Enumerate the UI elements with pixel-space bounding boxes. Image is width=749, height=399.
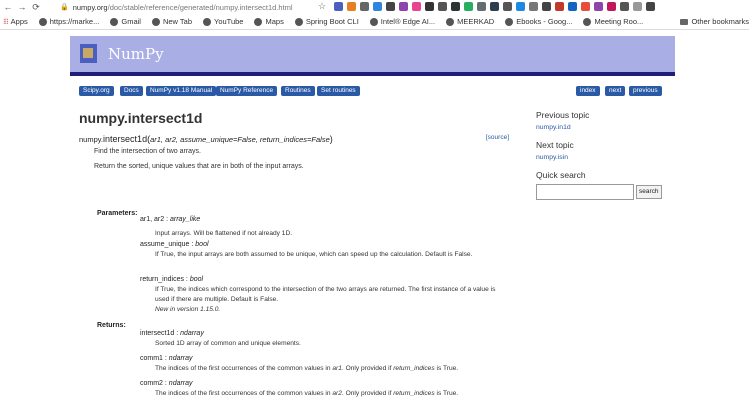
bookmark-item[interactable]: Intel® Edge AI... <box>369 17 435 26</box>
bookmark-item[interactable]: MEERKAD <box>446 17 494 26</box>
globe-icon <box>369 17 378 26</box>
search-form: search <box>536 184 676 200</box>
site-brand[interactable]: NumPy <box>108 45 164 63</box>
extension-icon[interactable] <box>438 2 447 11</box>
extension-icon[interactable] <box>451 2 460 11</box>
numpy-logo-icon[interactable] <box>80 44 97 63</box>
other-bookmarks[interactable]: Other bookmarks <box>680 14 749 29</box>
bookmark-item[interactable]: Ebooks - Goog... <box>505 17 572 26</box>
extension-icon[interactable] <box>347 2 356 11</box>
prev-topic-link[interactable]: numpy.in1d <box>536 124 676 131</box>
bookmark-item[interactable]: Spring Boot CLI <box>294 17 359 26</box>
returns-label: Returns: <box>97 322 126 329</box>
nav-next[interactable]: next <box>605 86 626 96</box>
summary-detail: Return the sorted, unique values that ar… <box>94 163 304 170</box>
bookmark-apps[interactable]: Apps <box>11 17 28 26</box>
bookmark-item[interactable]: New Tab <box>151 17 192 26</box>
back-icon[interactable]: ← <box>2 2 14 12</box>
param-item: return_indices : bool If True, the indic… <box>140 276 496 313</box>
bookmark-item[interactable]: https://marke... <box>38 17 99 26</box>
page-content: NumPy Scipy.org Docs NumPy v1.18 Manual … <box>70 36 675 397</box>
search-input[interactable] <box>536 184 634 200</box>
globe-icon <box>38 17 47 26</box>
breadcrumb: Scipy.org Docs NumPy v1.18 Manual NumPy … <box>70 84 675 104</box>
param-item: assume_unique : bool If True, the input … <box>140 241 473 258</box>
globe-icon <box>294 17 303 26</box>
nav-index[interactable]: index <box>576 86 600 96</box>
extension-icon[interactable] <box>373 2 382 11</box>
extension-icon[interactable] <box>399 2 408 11</box>
extension-icon[interactable] <box>425 2 434 11</box>
summary: Find the intersection of two arrays. <box>94 148 201 155</box>
search-button[interactable]: search <box>636 185 662 199</box>
header-divider <box>70 72 675 76</box>
extension-icons <box>334 2 655 11</box>
quick-search-heading: Quick search <box>536 170 586 180</box>
globe-icon <box>203 17 211 26</box>
site-header: NumPy <box>70 36 675 72</box>
nav-scipy[interactable]: Scipy.org <box>79 86 114 96</box>
extension-icon[interactable] <box>360 2 369 11</box>
extension-icon[interactable] <box>594 2 603 11</box>
globe-icon <box>583 17 592 26</box>
extension-icon[interactable] <box>581 2 590 11</box>
extension-icon[interactable] <box>464 2 473 11</box>
nav-manual[interactable]: NumPy v1.18 Manual <box>146 86 217 96</box>
bookmark-item[interactable]: YouTube <box>203 17 243 26</box>
nav-reference[interactable]: NumPy Reference <box>216 86 278 96</box>
return-item: comm2 : ndarray The indices of the first… <box>140 380 459 397</box>
extension-icon[interactable] <box>386 2 395 11</box>
main-content: numpy.intersect1d numpy.intersect1d(ar1,… <box>79 110 509 397</box>
sig-args: ar1, ar2, assume_unique=False, return_in… <box>150 135 330 144</box>
extension-icon[interactable] <box>477 2 486 11</box>
return-item: comm1 : ndarray The indices of the first… <box>140 355 459 372</box>
extension-icon[interactable] <box>555 2 564 11</box>
reload-icon[interactable]: ⟳ <box>30 2 42 13</box>
parameters-label: Parameters: <box>97 210 138 217</box>
next-topic-link[interactable]: numpy.isin <box>536 154 676 161</box>
extension-icon[interactable] <box>412 2 421 11</box>
function-signature: numpy.intersect1d(ar1, ar2, assume_uniqu… <box>79 134 509 144</box>
globe-icon <box>110 17 119 26</box>
nav-set-routines[interactable]: Set routines <box>317 86 360 96</box>
extension-icon[interactable] <box>334 2 343 11</box>
extension-icon[interactable] <box>529 2 538 11</box>
prev-topic-heading: Previous topic <box>536 110 590 120</box>
lock-icon: 🔒 <box>60 4 69 11</box>
globe-icon <box>254 17 263 26</box>
extension-icon[interactable] <box>542 2 551 11</box>
profile-icon[interactable] <box>646 2 655 11</box>
sig-prefix: numpy. <box>79 135 104 144</box>
extension-icon[interactable] <box>503 2 512 11</box>
page-title: numpy.intersect1d <box>79 110 203 126</box>
forward-icon[interactable]: → <box>16 2 28 12</box>
bookmark-item[interactable]: Meeting Roo... <box>583 17 643 26</box>
apps-grid-icon[interactable]: ⁝⁝⁝ <box>3 17 9 26</box>
bookmarks-bar: ⁝⁝⁝ Apps https://marke... Gmail New Tab … <box>0 14 749 30</box>
extension-icon[interactable] <box>568 2 577 11</box>
url-text[interactable]: numpy.org/doc/stable/reference/generated… <box>73 3 293 12</box>
extension-icon[interactable] <box>620 2 629 11</box>
globe-icon <box>446 17 455 26</box>
folder-icon <box>680 18 689 25</box>
return-item: intersect1d : ndarray Sorted 1D array of… <box>140 330 301 347</box>
extension-icon[interactable] <box>516 2 525 11</box>
sig-name: intersect1d <box>103 134 148 144</box>
globe-icon <box>151 17 160 26</box>
nav-docs[interactable]: Docs <box>120 86 143 96</box>
sidebar: Previous topic numpy.in1d Next topic num… <box>536 110 676 200</box>
bookmark-item[interactable]: Gmail <box>110 17 141 26</box>
source-link[interactable]: [source] <box>486 134 509 141</box>
globe-icon <box>505 17 514 26</box>
nav-previous[interactable]: previous <box>629 86 662 96</box>
nav-routines[interactable]: Routines <box>281 86 315 96</box>
extension-icon[interactable] <box>633 2 642 11</box>
param-item: ar1, ar2 : array_like Input arrays. Will… <box>140 216 293 237</box>
bookmark-item[interactable]: Maps <box>254 17 284 26</box>
bookmark-star-icon[interactable]: ☆ <box>318 1 326 12</box>
next-topic-heading: Next topic <box>536 140 574 150</box>
extension-icon[interactable] <box>607 2 616 11</box>
extension-icon[interactable] <box>490 2 499 11</box>
